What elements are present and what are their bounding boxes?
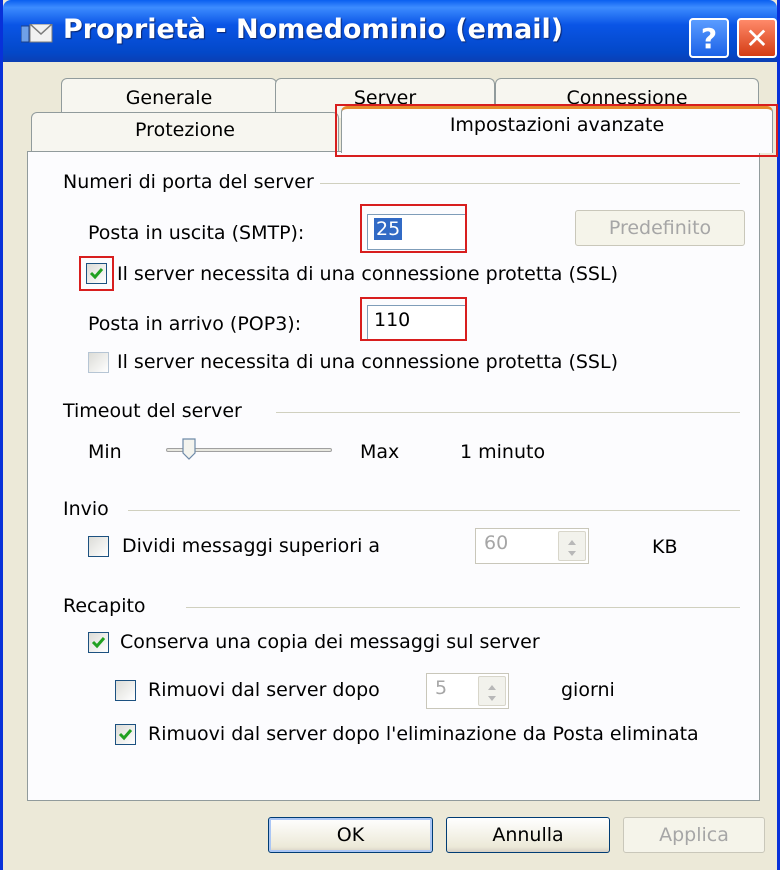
- group-divider: [276, 412, 740, 413]
- smtp-ssl-label: Il server necessita di una connessione p…: [117, 263, 618, 285]
- remove-after-unit: giorni: [561, 679, 615, 701]
- group-divider: [128, 510, 740, 511]
- properties-dialog: Proprietà - Nomedominio (email) ? ✕ Gene…: [0, 0, 780, 870]
- smtp-port-input[interactable]: 25: [367, 214, 467, 250]
- ports-group-label: Numeri di porta del server: [63, 171, 314, 193]
- tab-label: Impostazioni avanzate: [449, 114, 665, 136]
- help-button[interactable]: ?: [689, 18, 729, 58]
- default-ports-button[interactable]: Predefinito: [575, 210, 745, 246]
- close-button[interactable]: ✕: [737, 18, 777, 58]
- timeout-slider-thumb[interactable]: [182, 438, 196, 460]
- send-group-label: Invio: [63, 498, 109, 520]
- split-messages-checkbox[interactable]: [88, 536, 109, 557]
- title-bar[interactable]: Proprietà - Nomedominio (email) ? ✕: [3, 0, 777, 62]
- split-size-value: 60: [484, 532, 509, 554]
- window-title: Proprietà - Nomedominio (email): [63, 14, 564, 45]
- split-messages-label: Dividi messaggi superiori a: [122, 535, 381, 557]
- tab-label: Generale: [125, 87, 213, 109]
- spin-arrows-icon: [568, 540, 576, 556]
- delivery-group-label: Recapito: [63, 595, 146, 617]
- tab-impostazioni-avanzate[interactable]: Impostazioni avanzate: [341, 106, 773, 153]
- pop3-ssl-label: Il server necessita di una connessione p…: [117, 351, 618, 373]
- spin-arrows-icon: [488, 685, 496, 701]
- cancel-button[interactable]: Annulla: [446, 817, 610, 853]
- pop3-ssl-checkbox[interactable]: [88, 352, 109, 373]
- split-size-unit: KB: [652, 536, 678, 558]
- keep-copy-label: Conserva una copia dei messaggi sul serv…: [120, 631, 540, 653]
- apply-button[interactable]: Applica: [623, 817, 765, 853]
- group-divider: [320, 183, 740, 184]
- check-icon: [91, 637, 106, 649]
- pop3-label: Posta in arrivo (POP3):: [88, 313, 302, 335]
- smtp-port-value: 25: [374, 218, 403, 240]
- pop3-port-value: 110: [374, 309, 411, 331]
- ok-button[interactable]: OK: [268, 817, 433, 853]
- remove-after-spin-buttons[interactable]: [478, 676, 506, 706]
- remove-deleted-checkbox[interactable]: [115, 724, 136, 745]
- timeout-group-label: Timeout del server: [63, 400, 242, 422]
- timeout-value: 1 minuto: [460, 441, 546, 463]
- remove-deleted-label: Rimuovi dal server dopo l'eliminazione d…: [148, 723, 699, 745]
- mail-account-icon: [21, 24, 53, 43]
- remove-after-value: 5: [435, 677, 448, 699]
- pop3-port-input[interactable]: 110: [367, 305, 467, 341]
- timeout-min-label: Min: [88, 441, 122, 463]
- tab-panel: Numeri di porta del server Posta in usci…: [27, 151, 760, 801]
- remove-after-label: Rimuovi dal server dopo: [148, 679, 380, 701]
- remove-after-spinner[interactable]: 5: [426, 673, 509, 709]
- check-icon: [118, 729, 133, 741]
- tab-label: Protezione: [135, 119, 235, 141]
- check-icon: [89, 268, 104, 280]
- smtp-label: Posta in uscita (SMTP):: [88, 222, 305, 244]
- split-size-spin-buttons[interactable]: [558, 531, 586, 561]
- keep-copy-checkbox[interactable]: [88, 632, 109, 653]
- group-divider: [186, 607, 740, 608]
- split-size-spinner[interactable]: 60: [475, 528, 589, 564]
- tab-protezione[interactable]: Protezione: [31, 112, 339, 152]
- timeout-max-label: Max: [360, 441, 400, 463]
- smtp-ssl-checkbox[interactable]: [86, 263, 107, 284]
- remove-after-checkbox[interactable]: [115, 680, 136, 701]
